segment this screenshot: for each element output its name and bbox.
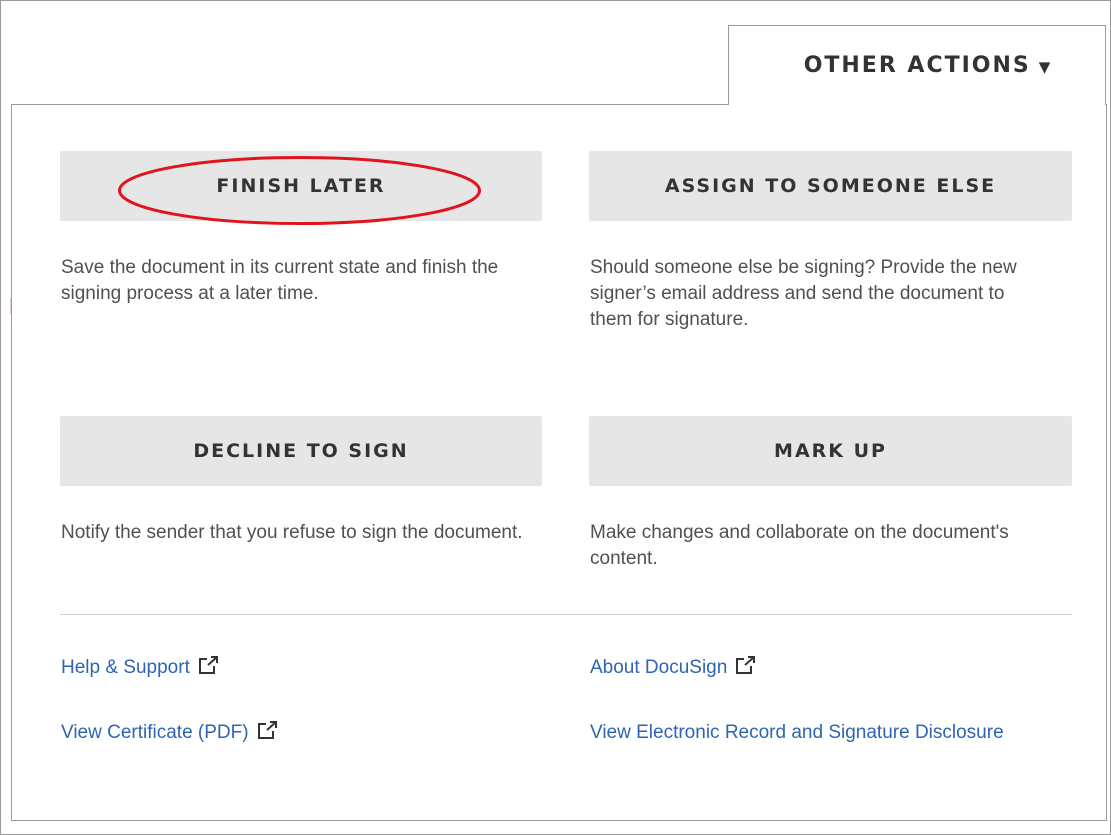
assign-to-someone-else-description: Should someone else be signing? Provide … [590,257,1017,330]
help-support-label: Help & Support [61,657,190,678]
external-link-icon [198,655,220,683]
view-certificate-label: View Certificate (PDF) [61,722,249,743]
help-support-link[interactable]: Help & Support [61,655,220,683]
caret-down-icon: ▼ [1038,57,1051,76]
external-link-icon [257,720,279,748]
other-actions-menu-button[interactable]: OTHER ACTIONS ▼ [728,25,1106,105]
assign-to-someone-else-button[interactable]: ASSIGN TO SOMEONE ELSE [589,151,1072,221]
view-certificate-link[interactable]: View Certificate (PDF) [61,720,279,748]
electronic-record-disclosure-link[interactable]: View Electronic Record and Signature Dis… [590,720,1060,746]
about-docusign-label: About DocuSign [590,657,728,678]
other-actions-label: OTHER ACTIONS [803,53,1031,78]
external-link-icon [735,655,757,683]
finish-later-description: Save the document in its current state a… [61,257,499,304]
section-divider [60,614,1072,615]
about-docusign-link[interactable]: About DocuSign [590,655,757,683]
mark-up-description: Make changes and collaborate on the docu… [590,522,1009,569]
mark-up-button[interactable]: MARK UP [589,416,1072,486]
decline-to-sign-button[interactable]: DECLINE TO SIGN [60,416,542,486]
decline-to-sign-description: Notify the sender that you refuse to sig… [61,522,523,543]
finish-later-button[interactable]: FINISH LATER [60,151,542,221]
